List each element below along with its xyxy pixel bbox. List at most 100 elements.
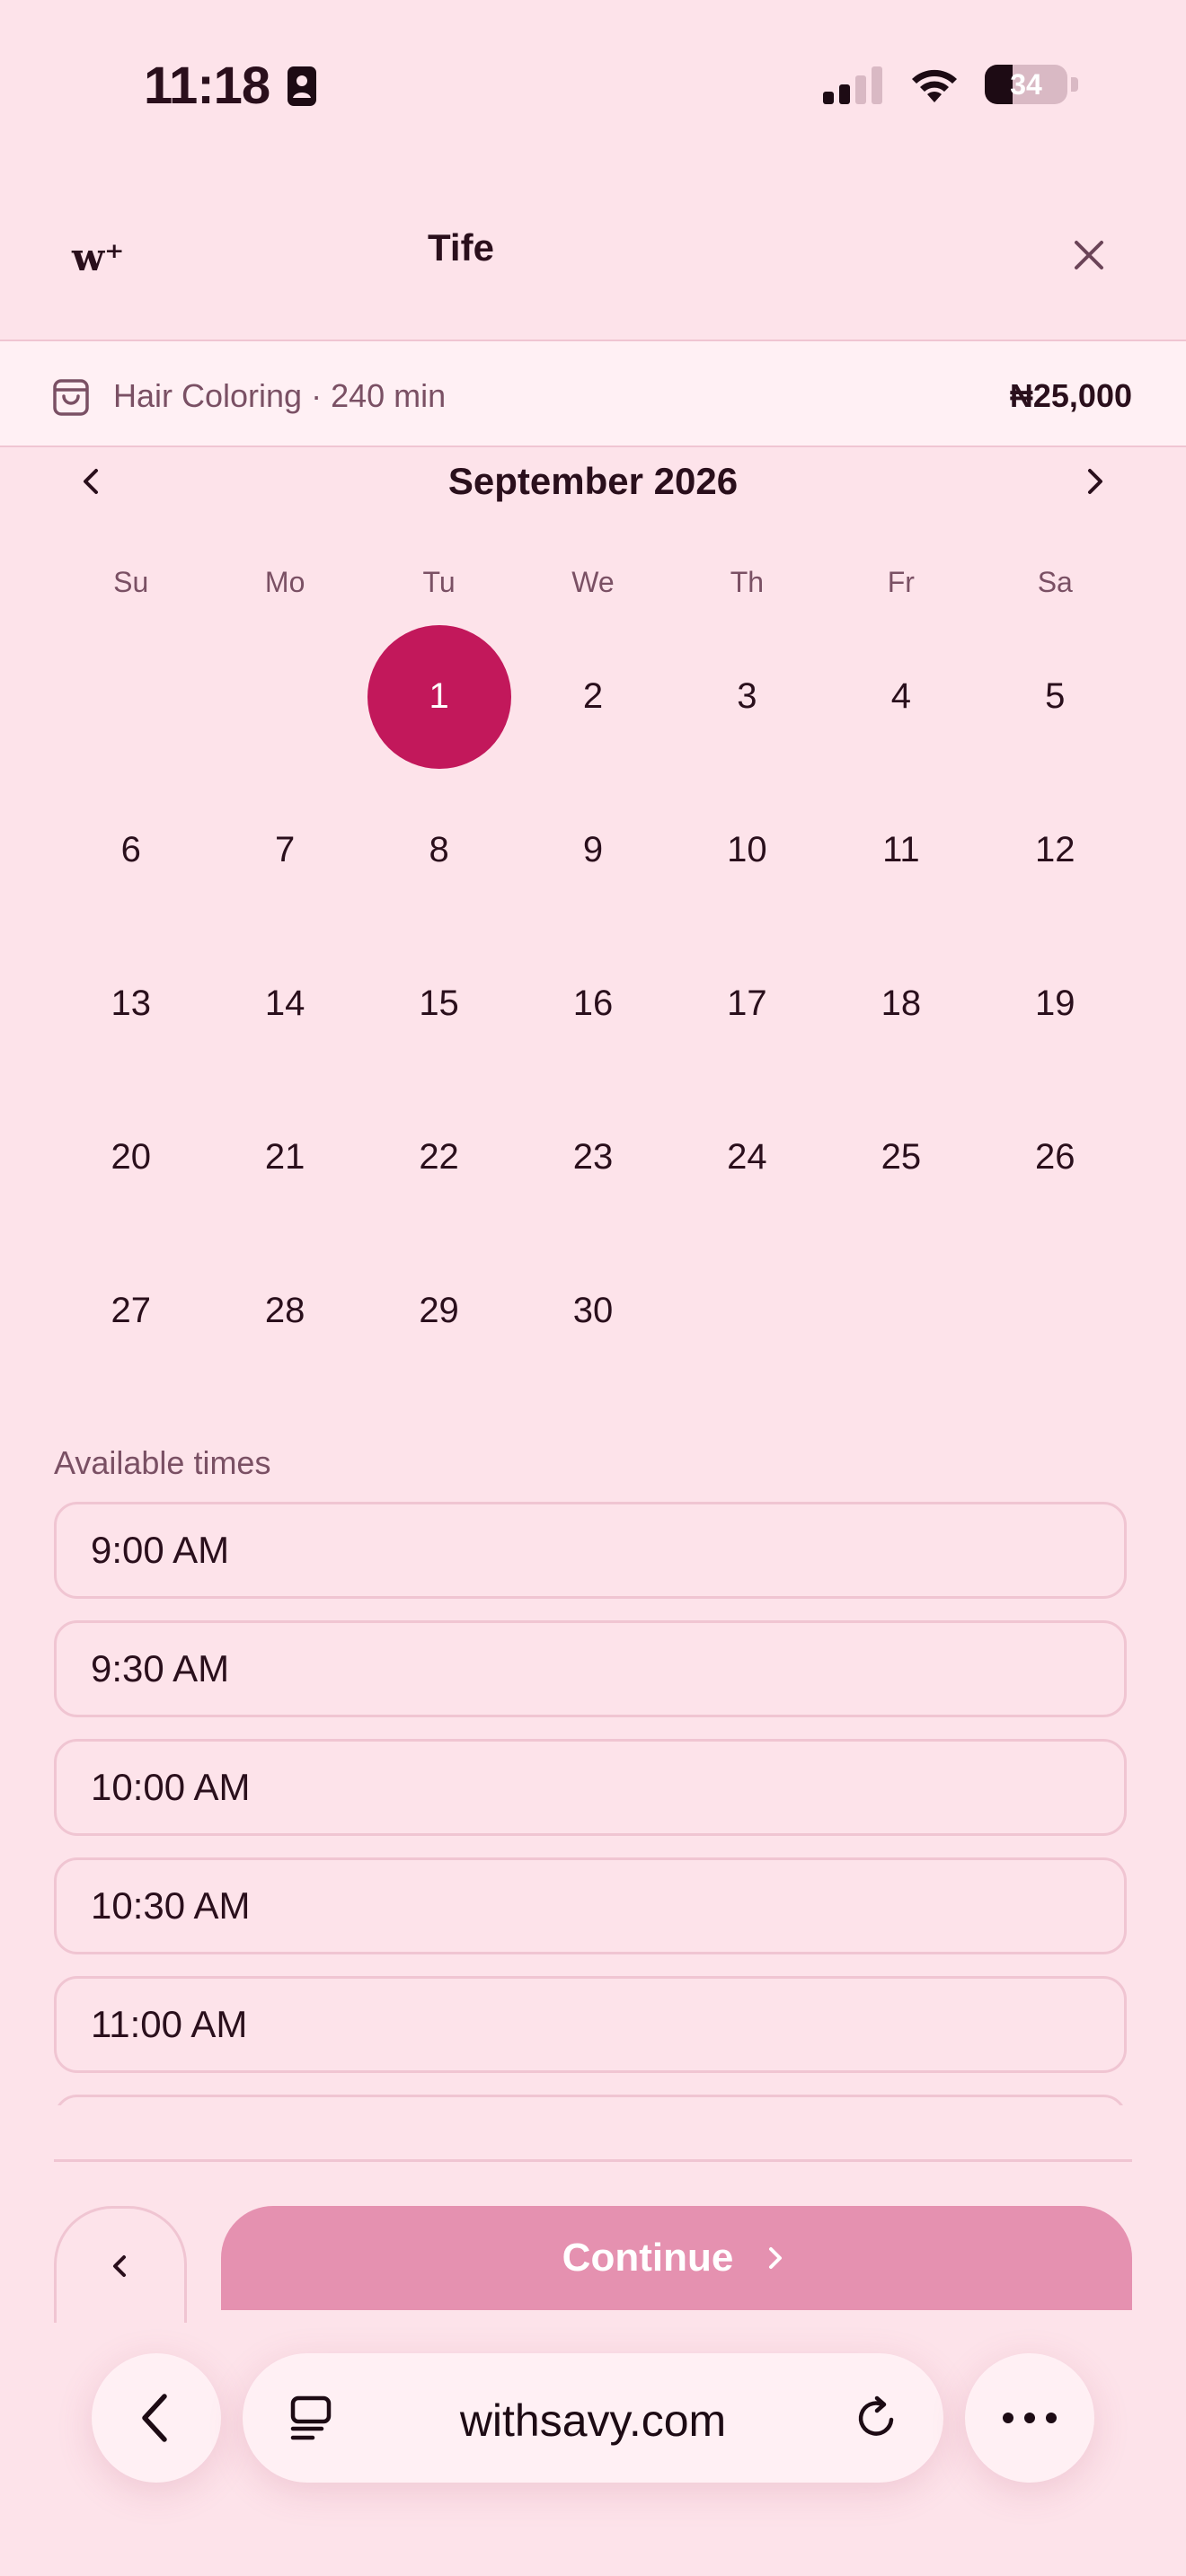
calendar-day-number: 2 [582,676,604,716]
time-slot[interactable]: 9:30 AM [54,1620,1127,1717]
month-title: September 2026 [447,460,739,502]
calendar-day[interactable]: 10 [670,773,824,927]
calendar-day-number: 29 [419,1291,459,1330]
calendar-day[interactable]: 18 [824,927,978,1081]
chevron-right-icon [769,2247,783,2269]
service-summary: Hair Coloring · 240 min ₦25,000 [0,340,1186,447]
calendar-day-number: 30 [572,1291,614,1330]
calendar-day[interactable]: 29 [362,1234,516,1388]
calendar-empty-cell [208,620,361,773]
time-slot[interactable] [54,2095,1127,2105]
calendar-day[interactable]: 11 [824,773,978,927]
weekday-label: Mo [264,566,305,598]
calendar-day[interactable]: 30 [516,1234,669,1388]
calendar-day-number: 4 [890,676,911,716]
browser-back-button[interactable] [92,2353,221,2483]
battery-level: 34 [1010,67,1042,101]
calendar-day-number: 19 [1035,984,1075,1023]
close-button[interactable] [1066,232,1112,278]
calendar-day[interactable]: 2 [516,620,669,773]
calendar-day[interactable]: 15 [362,927,516,1081]
back-button[interactable] [54,2206,187,2323]
calendar-day-number: 8 [429,830,449,869]
service-label: Hair Coloring · 240 min [113,377,447,414]
calendar-day-number: 7 [275,830,296,869]
calendar-empty-cell [54,620,208,773]
calendar-day[interactable]: 28 [208,1234,361,1388]
battery-icon: 34 [985,65,1067,104]
calendar-day[interactable]: 24 [670,1081,824,1234]
calendar-day[interactable]: 13 [54,927,208,1081]
calendar-day[interactable]: 22 [362,1081,516,1234]
calendar-day[interactable]: 19 [978,927,1132,1081]
calendar-day[interactable]: 6 [54,773,208,927]
calendar-day[interactable]: 27 [54,1234,208,1388]
time-slot[interactable]: 11:00 AM [54,1976,1127,2073]
calendar-day-number: 16 [572,984,614,1023]
calendar-day[interactable]: 14 [208,927,361,1081]
time-slot[interactable]: 9:00 AM [54,1502,1127,1599]
calendar-day-number: 26 [1035,1137,1075,1177]
signal-icon [823,66,882,104]
calendar-day-number: 13 [111,984,151,1023]
status-icons: 34 [821,65,1078,104]
calendar-day-number: 5 [1045,676,1066,716]
calendar-day-number: 27 [111,1291,151,1330]
calendar-day-number: 6 [120,830,141,869]
next-month-button[interactable] [1075,462,1114,506]
calendar-day-number: 12 [1035,830,1075,869]
calendar-day[interactable]: 3 [670,620,824,773]
calendar-day-number: 15 [419,984,459,1023]
calendar-day[interactable]: 23 [516,1081,669,1234]
calendar-day-number: 21 [264,1137,305,1177]
service-price: ₦25,000 [1009,377,1132,414]
chevron-left-icon [113,2254,126,2277]
time-slot-list: 9:00 AM 9:30 AM 10:00 AM 10:30 AM 11:00 … [54,1502,1127,2105]
continue-button[interactable]: Continue [221,2206,1132,2310]
calendar-day-selected[interactable]: 1 [362,620,516,773]
calendar-day-number: 25 [881,1137,922,1177]
calendar-day[interactable]: 26 [978,1081,1132,1234]
calendar-day-number: 3 [737,676,757,716]
calendar-day[interactable]: 12 [978,773,1132,927]
time-slot[interactable]: 10:30 AM [54,1857,1127,1954]
status-time: 11:18 [144,56,317,116]
calendar-day[interactable]: 21 [208,1081,361,1234]
calendar-day-number: 1 [367,624,511,769]
available-times-label: Available times [54,1444,271,1481]
time-slot[interactable]: 10:00 AM [54,1739,1127,1836]
calendar-day-number: 24 [727,1137,767,1177]
footer-divider [54,2159,1132,2162]
chevron-right-icon [1088,469,1102,494]
calendar-day[interactable]: 25 [824,1081,978,1234]
calendar-day[interactable]: 8 [362,773,516,927]
calendar-day[interactable]: 7 [208,773,361,927]
calendar-day[interactable]: 5 [978,620,1132,773]
reload-icon[interactable] [852,2393,902,2443]
weekday-label: Th [730,566,765,598]
close-icon [1075,241,1103,269]
more-options-button[interactable] [965,2353,1094,2483]
calendar-day-number: 18 [881,984,922,1023]
shopping-bag-icon [53,379,89,416]
wifi-icon [912,69,957,102]
calendar-day-number: 9 [582,830,604,869]
page-title: Tife [428,226,494,269]
weekday-label: Sa [1037,566,1073,598]
calendar-day-number: 10 [727,830,767,869]
calendar-day[interactable]: 20 [54,1081,208,1234]
address-bar[interactable]: withsavy.com [243,2353,943,2483]
calendar-day-number: 14 [264,984,305,1023]
calendar-day[interactable]: 16 [516,927,669,1081]
weekday-label: Su [113,566,149,598]
calendar-day[interactable]: 4 [824,620,978,773]
calendar-day[interactable]: 9 [516,773,669,927]
weekday-header: Su Mo Tu We Th Fr Sa [54,566,1132,599]
url-text: withsavy.com [459,2395,727,2446]
calendar-day-number: 20 [111,1137,151,1177]
calendar-day[interactable]: 17 [670,927,824,1081]
calendar-day-number: 28 [264,1291,305,1330]
status-time-text: 11:18 [144,57,270,115]
weekday-label: Tu [422,566,456,598]
calendar-day-number: 22 [419,1137,459,1177]
